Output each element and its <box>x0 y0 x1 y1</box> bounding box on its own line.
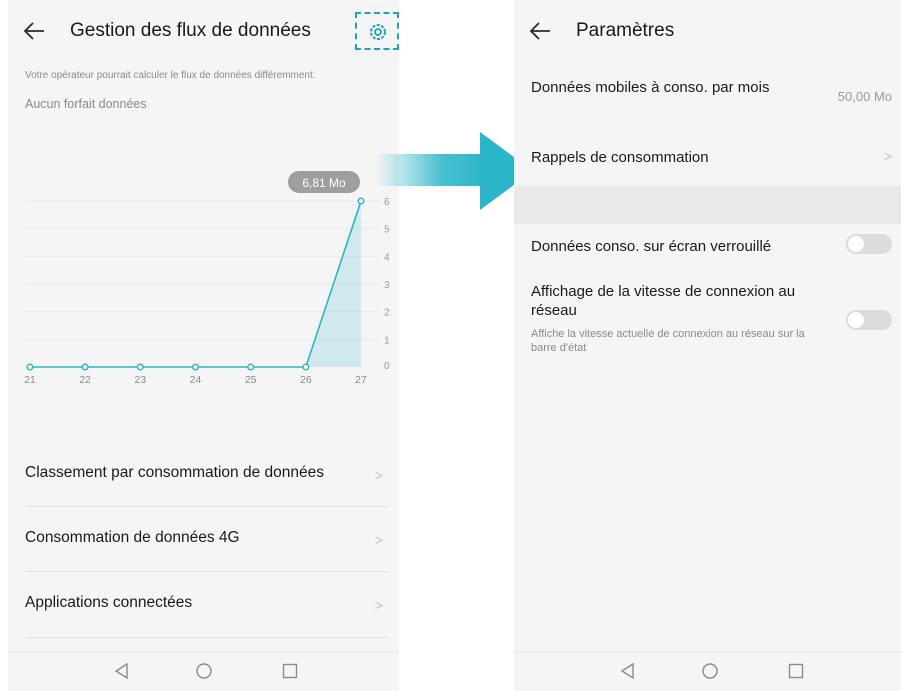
y-tick-label: 5 <box>384 225 390 236</box>
menu-item-4g-usage[interactable]: Consommation de données 4G > <box>8 507 399 571</box>
data-point <box>191 363 199 371</box>
back-triangle-icon[interactable] <box>618 661 638 681</box>
recents-square-icon[interactable] <box>786 661 806 681</box>
x-tick-label: 27 <box>355 374 367 386</box>
back-arrow-icon[interactable] <box>22 18 48 44</box>
back-triangle-icon[interactable] <box>112 661 132 681</box>
left-screen: Gestion des flux de données Votre opérat… <box>8 0 399 691</box>
network-speed-label: Affichage de la vitesse de connexion au … <box>531 283 796 319</box>
lock-screen-label: Données conso. sur écran verrouillé <box>531 238 772 255</box>
navigation-bar <box>8 652 399 691</box>
plan-note: Aucun forfait données <box>25 97 147 111</box>
value-tooltip-label: 6,81 Mo <box>302 176 346 190</box>
home-circle-icon[interactable] <box>194 661 214 681</box>
toggle-knob <box>848 236 864 252</box>
chevron-right-icon: > <box>374 467 383 483</box>
consumption-reminders-row[interactable]: Rappels de consommation > <box>514 138 901 182</box>
chevron-right-icon: > <box>374 532 383 548</box>
menu-item-connected-apps[interactable]: Applications connectées > <box>8 572 399 636</box>
menu-item-label: Applications connectées <box>25 594 193 611</box>
network-speed-description: Affiche la vitesse actuelle de connexion… <box>531 328 805 354</box>
y-tick-label: 3 <box>384 280 390 291</box>
settings-button[interactable] <box>355 12 399 50</box>
gear-icon <box>370 24 386 40</box>
menu-item-ranking[interactable]: Classement par consommation de données > <box>8 442 399 506</box>
data-point <box>247 363 255 371</box>
monthly-data-label: Données mobiles à conso. par mois <box>531 79 770 96</box>
data-point <box>81 363 89 371</box>
y-tick-label: 0 <box>384 361 390 372</box>
operator-note: Votre opérateur pourrait calculer le flu… <box>25 70 316 81</box>
monthly-data-row[interactable]: Données mobiles à conso. par mois 50,00 … <box>514 78 901 130</box>
chevron-right-icon: > <box>374 597 383 613</box>
recents-square-icon[interactable] <box>280 661 300 681</box>
data-point <box>357 197 365 205</box>
data-point <box>136 363 144 371</box>
reminders-label: Rappels de consommation <box>531 149 709 166</box>
toggle-knob <box>848 312 864 328</box>
network-speed-row[interactable]: Affichage de la vitesse de connexion au … <box>514 280 901 360</box>
y-tick-label: 1 <box>384 335 390 346</box>
chevron-right-icon: > <box>883 148 892 164</box>
back-arrow-icon[interactable] <box>528 18 554 44</box>
left-titlebar: Gestion des flux de données <box>8 0 399 62</box>
divider <box>25 637 389 638</box>
home-circle-icon[interactable] <box>700 661 720 681</box>
x-tick-label: 21 <box>24 374 36 386</box>
page-title: Paramètres <box>576 20 675 41</box>
data-point <box>302 363 310 371</box>
y-tick-label: 4 <box>384 252 390 263</box>
y-tick-label: 2 <box>384 308 390 319</box>
navigation-bar <box>514 652 901 691</box>
lock-screen-toggle[interactable] <box>846 234 892 254</box>
x-tick-label: 23 <box>134 374 146 386</box>
monthly-data-value: 50,00 Mo <box>837 89 892 104</box>
data-usage-chart: 012345621 22 23 24 25 26 276,81 Mo <box>24 171 390 386</box>
data-point <box>26 363 34 371</box>
x-tick-label: 25 <box>245 374 257 386</box>
right-screen: Paramètres Données mobiles à conso. par … <box>514 0 901 691</box>
network-speed-toggle[interactable] <box>846 310 892 330</box>
page-title: Gestion des flux de données <box>70 20 311 41</box>
x-tick-label: 22 <box>79 374 91 386</box>
x-tick-label: 24 <box>190 374 202 386</box>
x-tick-label: 26 <box>300 374 312 386</box>
transition-arrow-icon <box>375 132 533 210</box>
section-divider <box>514 186 901 224</box>
right-titlebar: Paramètres <box>514 0 901 62</box>
lock-screen-row[interactable]: Données conso. sur écran verrouillé <box>514 228 901 264</box>
menu-item-label: Consommation de données 4G <box>25 529 240 546</box>
menu-item-label: Classement par consommation de données <box>25 464 324 481</box>
